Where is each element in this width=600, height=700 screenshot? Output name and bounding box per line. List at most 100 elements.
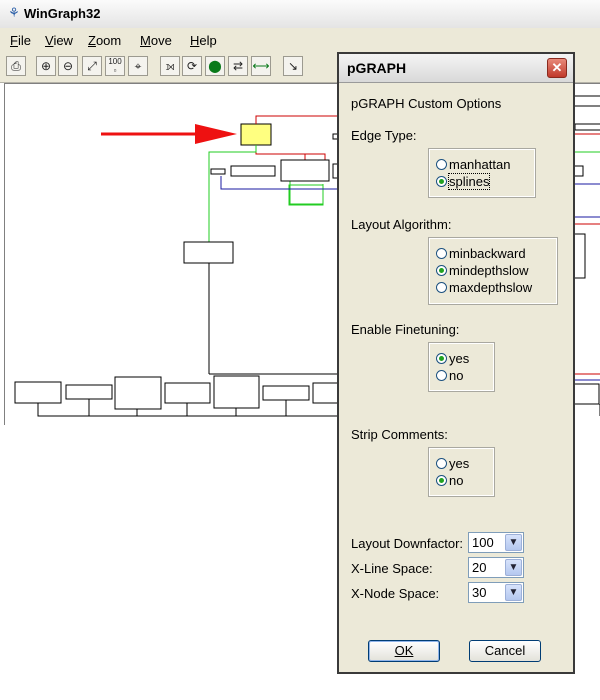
edge-type-splines[interactable]: splines — [436, 173, 491, 190]
layout-algorithm-label: Layout Algorithm: — [351, 217, 452, 232]
strip-comments-no[interactable]: no — [436, 473, 463, 489]
radio-icon — [436, 370, 447, 382]
zoom-in-icon[interactable]: ⊕ — [36, 56, 56, 76]
radio-selected-icon — [436, 265, 447, 277]
cancel-button-label: Cancel — [484, 643, 526, 658]
menu-file-accel: F — [10, 33, 18, 48]
algorithm-maxdepthslow-label: maxdepthslow — [449, 280, 533, 295]
radio-icon — [436, 159, 447, 171]
layout-downfactor-label: Layout Downfactor: — [351, 536, 464, 551]
close-icon[interactable]: ✕ — [547, 58, 567, 78]
menu-help-accel: H — [190, 33, 200, 48]
layout-downfactor-select[interactable]: 100 ▼ — [468, 532, 524, 553]
radio-selected-icon — [436, 475, 447, 487]
graph-node[interactable] — [210, 168, 226, 175]
graph-node[interactable] — [213, 375, 260, 409]
menu-bar: File View Zoom Move Help — [0, 28, 600, 52]
graph-node[interactable] — [164, 382, 211, 404]
green-node-icon[interactable]: ⬤ — [205, 56, 225, 76]
strip-comments-yes[interactable]: yes — [436, 456, 469, 472]
menu-zoom-label: oom — [95, 33, 122, 48]
ok-button-label: OK — [394, 643, 414, 658]
finetuning-no[interactable]: no — [436, 368, 463, 384]
pgraph-dialog: pGRAPH ✕ pGRAPH Custom Options Edge Type… — [337, 52, 575, 674]
x-node-space-value: 30 — [472, 585, 487, 600]
menu-view-label: iew — [53, 33, 73, 48]
edge-type-splines-label: splines — [447, 173, 491, 190]
zoom-out-icon[interactable]: ⊖ — [58, 56, 78, 76]
node-swap-icon[interactable]: ⇄ — [228, 56, 248, 76]
menu-zoom[interactable]: Zoom — [88, 33, 121, 48]
graph-app-icon: ⚘ — [8, 5, 20, 20]
algorithm-minbackward[interactable]: minbackward — [436, 246, 526, 262]
pointer-arrow-icon[interactable]: ↘ — [283, 56, 303, 76]
dialog-title-bar[interactable]: pGRAPH ✕ — [339, 54, 573, 83]
menu-view[interactable]: View — [45, 33, 73, 48]
radio-icon — [436, 248, 447, 260]
red-arrow-icon — [101, 124, 237, 144]
x-node-space-select[interactable]: 30 ▼ — [468, 582, 524, 603]
finetuning-yes-label: yes — [449, 351, 470, 366]
x-line-space-label: X-Line Space: — [351, 561, 433, 576]
graph-node[interactable] — [280, 159, 330, 182]
zoom-fit-icon[interactable]: ⤢ — [82, 56, 102, 76]
edge-type-manhattan-label: manhattan — [449, 157, 511, 172]
strip-comments-group: yes no — [428, 447, 495, 497]
edge-type-manhattan[interactable]: manhattan — [436, 157, 510, 173]
strip-comments-no-label: no — [449, 473, 464, 488]
x-line-space-select[interactable]: 20 ▼ — [468, 557, 524, 578]
x-line-space-value: 20 — [472, 560, 487, 575]
chevron-down-icon[interactable]: ▼ — [505, 584, 522, 601]
title-bar[interactable]: ⚘ WinGraph32 — [0, 0, 600, 29]
graph-node[interactable] — [114, 376, 162, 410]
menu-help[interactable]: Help — [190, 33, 217, 48]
edge-type-group: manhattan splines — [428, 148, 536, 198]
chevron-down-icon[interactable]: ▼ — [505, 559, 522, 576]
dialog-heading: pGRAPH Custom Options — [351, 96, 502, 111]
menu-help-label: elp — [199, 33, 217, 48]
graph-node[interactable] — [230, 165, 276, 177]
graph-node[interactable] — [572, 383, 600, 405]
graph-node[interactable] — [65, 384, 113, 400]
menu-zoom-accel: Z — [88, 33, 96, 48]
menu-move[interactable]: Move — [140, 33, 172, 48]
cancel-button[interactable]: Cancel — [469, 640, 541, 662]
graph-node[interactable] — [14, 381, 62, 404]
algorithm-minbackward-label: minbackward — [449, 246, 526, 261]
dialog-title: pGRAPH — [347, 60, 407, 76]
layout-algorithm-group: minbackward mindepthslow maxdepthslow — [428, 237, 558, 305]
menu-file-label: ile — [17, 33, 31, 48]
zoom-100-label: 100 — [108, 57, 122, 66]
radio-icon — [436, 458, 447, 470]
ok-button[interactable]: OK — [368, 640, 440, 662]
x-node-space-label: X-Node Space: — [351, 586, 440, 601]
center-crosshair-icon[interactable]: ⌖ — [128, 56, 148, 76]
radio-selected-icon — [436, 353, 447, 365]
chevron-down-icon[interactable]: ▼ — [505, 534, 522, 551]
strip-comments-yes-label: yes — [449, 456, 470, 471]
zoom-100-icon[interactable]: 100 ▫ — [105, 56, 125, 76]
finetuning-yes[interactable]: yes — [436, 351, 469, 367]
algorithm-maxdepthslow[interactable]: maxdepthslow — [436, 280, 532, 296]
graph-node[interactable] — [262, 385, 310, 401]
move-origin-icon[interactable]: ⟕ — [160, 56, 180, 76]
radio-icon — [436, 282, 447, 294]
green-arrows-icon[interactable]: ⟷ — [251, 56, 271, 76]
rotate-icon[interactable]: ⟳ — [182, 56, 202, 76]
print-icon[interactable]: ⎙ — [6, 56, 26, 76]
edge-type-label: Edge Type: — [351, 128, 417, 143]
graph-node[interactable] — [572, 95, 600, 107]
algorithm-mindepthslow[interactable]: mindepthslow — [436, 263, 529, 279]
algorithm-mindepthslow-label: mindepthslow — [449, 263, 529, 278]
strip-comments-label: Strip Comments: — [351, 427, 448, 442]
finetuning-label: Enable Finetuning: — [351, 322, 460, 337]
radio-selected-icon — [436, 176, 447, 188]
graph-node[interactable] — [183, 241, 234, 264]
graph-node[interactable] — [574, 123, 600, 131]
menu-file[interactable]: File — [10, 33, 31, 48]
window-title: WinGraph32 — [24, 6, 101, 21]
menu-move-accel: M — [140, 33, 151, 48]
highlighted-node[interactable] — [240, 123, 272, 146]
layout-downfactor-value: 100 — [472, 535, 494, 550]
finetuning-group: yes no — [428, 342, 495, 392]
